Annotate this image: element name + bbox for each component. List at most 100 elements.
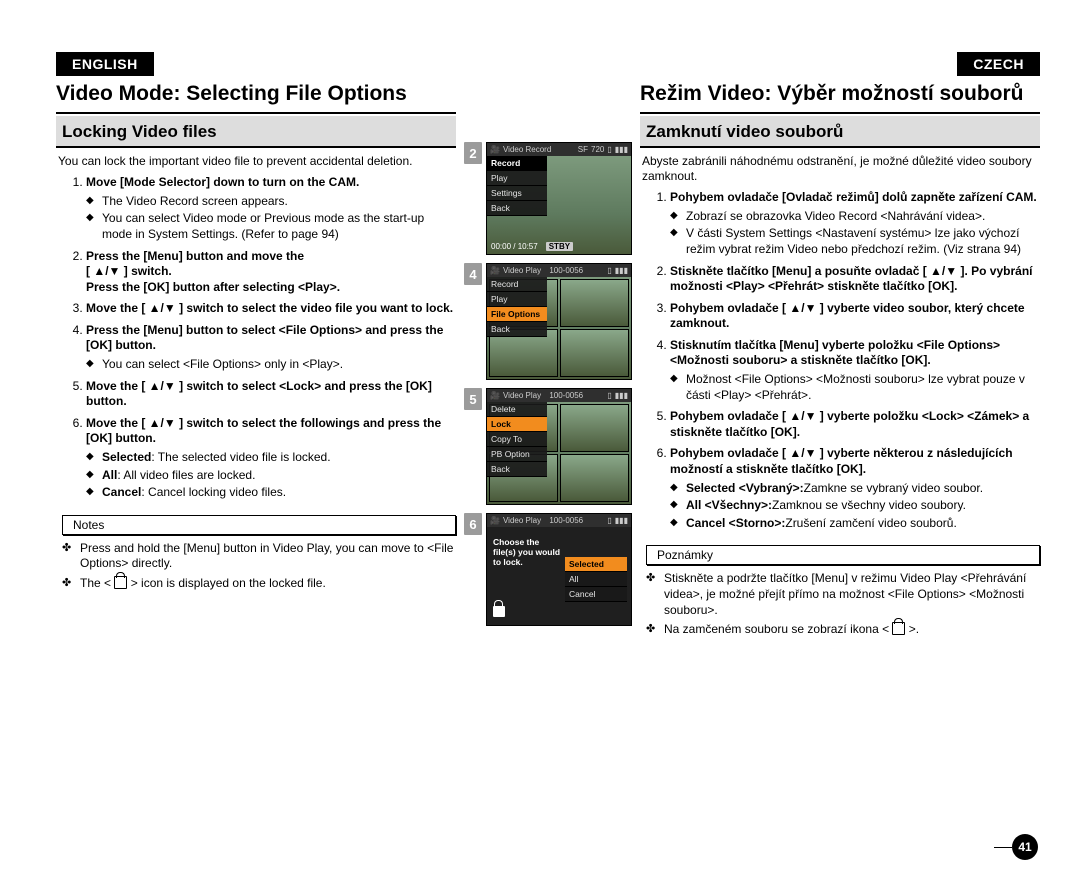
thumbnail <box>560 279 629 327</box>
menu-item-file-options: File Options <box>487 307 547 322</box>
step-2-l1-en: Press the [Menu] button and move the <box>86 249 304 263</box>
step-6-b3-en: Cancel: Cancel locking video files. <box>86 485 456 501</box>
step-1-b1-en: The Video Record screen appears. <box>86 194 456 210</box>
step-number-6: 6 <box>464 513 482 535</box>
lock-prompt: Choose the file(s) you would to lock. <box>493 537 563 568</box>
battery-icon: ▮▮▮ <box>615 516 628 525</box>
notes-title-cz: Poznámky <box>646 545 1040 565</box>
stby-badge: STBY <box>546 242 573 251</box>
dialog-all: All <box>565 572 627 587</box>
step-3-cz: Pohybem ovladače [ ▲/▼ ] vyberte video s… <box>670 301 1025 331</box>
camera-icon: 🎥 <box>490 516 500 525</box>
step-6-b3-cz: Cancel <Storno>:Zrušení zamčení video so… <box>670 516 1040 532</box>
step-6-b1-en: Selected: The selected video file is loc… <box>86 450 456 466</box>
thumbnail <box>560 404 629 452</box>
page-number: 41 <box>1012 834 1038 860</box>
steps-cz: Pohybem ovladače [Ovladač režimů] dolů z… <box>640 190 1040 537</box>
intro-en: You can lock the important video file to… <box>58 154 456 169</box>
lock-icon <box>892 622 905 635</box>
menu-item-record: Record <box>487 277 547 292</box>
step-number-2: 2 <box>464 142 482 164</box>
czech-column: CZECH Režim Video: Výběr možností soubor… <box>640 52 1040 870</box>
step-1-title-en: Move [Mode Selector] down to turn on the… <box>86 175 359 189</box>
screen-2-video-record: 🎥Video Record SF 720 ▯ ▮▮▮ Record Play S… <box>486 142 632 255</box>
english-column: ENGLISH Video Mode: Selecting File Optio… <box>56 52 456 870</box>
lock-white-icon <box>493 606 505 619</box>
notes-cz: Stiskněte a podržte tlačítko [Menu] v re… <box>646 571 1040 641</box>
dialog-selected: Selected <box>565 557 627 572</box>
step-number-4: 4 <box>464 263 482 285</box>
menu-item-delete: Delete <box>487 402 547 417</box>
step-4-b1-en: You can select <File Options> only in <P… <box>86 357 456 373</box>
memory-icon: ▯ <box>607 266 611 275</box>
steps-en: Move [Mode Selector] down to turn on the… <box>56 175 456 507</box>
timecode: 00:00 / 10:57 <box>491 242 538 251</box>
file-id: 100-0056 <box>549 391 583 400</box>
memory-icon: ▯ <box>607 145 611 154</box>
menu-item-record: Record <box>487 156 547 171</box>
menu-item-back: Back <box>487 322 547 337</box>
step-2-cz: Stiskněte tlačítko [Menu] a posuňte ovla… <box>670 264 1033 294</box>
step-6-en: Move the [ ▲/▼ ] switch to select the fo… <box>86 416 441 446</box>
step-1-b1-cz: Zobrazí se obrazovka Video Record <Nahrá… <box>670 209 1040 225</box>
menu-item-back: Back <box>487 462 547 477</box>
menu-item-play: Play <box>487 292 547 307</box>
step-1-b2-en: You can select Video mode or Previous mo… <box>86 211 456 242</box>
subtitle-czech: Zamknutí video souborů <box>640 116 1040 148</box>
step-6-b2-cz: All <Všechny>:Zamknou se všechny video s… <box>670 498 1040 514</box>
subtitle-english: Locking Video files <box>56 116 456 148</box>
step-5-en: Move the [ ▲/▼ ] switch to select <Lock>… <box>86 379 432 409</box>
camera-icon: 🎥 <box>490 391 500 400</box>
step-5-cz: Pohybem ovladače [ ▲/▼ ] vyberte položku… <box>670 409 1029 439</box>
screenshots-strip: 2 🎥Video Record SF 720 ▯ ▮▮▮ Record Play… <box>464 52 632 870</box>
menu-item-pb-option: PB Option <box>487 447 547 462</box>
step-1-b2-cz: V části System Settings <Nastavení systé… <box>670 226 1040 257</box>
note-1-cz: Stiskněte a podržte tlačítko [Menu] v re… <box>646 571 1040 618</box>
thumbnail <box>560 329 629 377</box>
battery-icon: ▮▮▮ <box>615 391 628 400</box>
dialog-cancel: Cancel <box>565 587 627 602</box>
file-id: 100-0056 <box>549 516 583 525</box>
screen-2-title: Video Record <box>503 145 551 154</box>
notes-title-en: Notes <box>62 515 456 535</box>
intro-cz: Abyste zabránili náhodnému odstranění, j… <box>642 154 1040 184</box>
step-2-l2-en: [ ▲/▼ ] switch. <box>86 264 172 278</box>
menu-item-copy-to: Copy To <box>487 432 547 447</box>
resolution-badge: 720 <box>591 145 604 154</box>
step-4-b1-cz: Možnost <File Options> <Možnosti souboru… <box>670 372 1040 403</box>
menu-item-play: Play <box>487 171 547 186</box>
note-1-en: Press and hold the [Menu] button in Vide… <box>62 541 456 572</box>
step-3-en: Move the [ ▲/▼ ] switch to select the vi… <box>86 301 453 315</box>
title-czech: Režim Video: Výběr možností souborů <box>640 78 1040 114</box>
battery-icon: ▮▮▮ <box>615 145 628 154</box>
camera-icon: 🎥 <box>490 145 500 154</box>
thumbnail <box>560 454 629 502</box>
menu-item-back: Back <box>487 201 547 216</box>
memory-icon: ▯ <box>607 391 611 400</box>
screen-5-video-play: 🎥Video Play 100-0056▯ ▮▮▮ Delete Lock Co… <box>486 388 632 505</box>
step-4-cz: Stisknutím tlačítka [Menu] vyberte polož… <box>670 338 1000 368</box>
lang-badge-czech: CZECH <box>957 52 1040 76</box>
quality-badge: SF <box>578 145 588 154</box>
step-6-b2-en: All: All video files are locked. <box>86 468 456 484</box>
step-6-cz: Pohybem ovladače [ ▲/▼ ] vyberte některo… <box>670 446 1013 476</box>
lang-badge-english: ENGLISH <box>56 52 154 76</box>
notes-en: Press and hold the [Menu] button in Vide… <box>62 541 456 596</box>
step-1-cz: Pohybem ovladače [Ovladač režimů] dolů z… <box>670 190 1037 204</box>
note-2-cz: Na zamčeném souboru se zobrazí ikona < >… <box>646 622 1040 638</box>
screen-6-title: Video Play <box>503 516 541 525</box>
step-2-l3-en: Press the [OK] button after selecting <P… <box>86 280 340 294</box>
step-number-5: 5 <box>464 388 482 410</box>
memory-icon: ▯ <box>607 516 611 525</box>
battery-icon: ▮▮▮ <box>615 266 628 275</box>
camera-icon: 🎥 <box>490 266 500 275</box>
screen-5-title: Video Play <box>503 391 541 400</box>
step-6-b1-cz: Selected <Vybraný>:Zamkne se vybraný vid… <box>670 481 1040 497</box>
note-2-en: The < > icon is displayed on the locked … <box>62 576 456 592</box>
title-english: Video Mode: Selecting File Options <box>56 78 456 114</box>
lock-icon <box>114 576 127 589</box>
screen-6-video-play: 🎥Video Play 100-0056 ▯ ▮▮▮ Choose the fil… <box>486 513 632 626</box>
menu-item-settings: Settings <box>487 186 547 201</box>
step-4-en: Press the [Menu] button to select <File … <box>86 323 443 353</box>
screen-4-title: Video Play <box>503 266 541 275</box>
